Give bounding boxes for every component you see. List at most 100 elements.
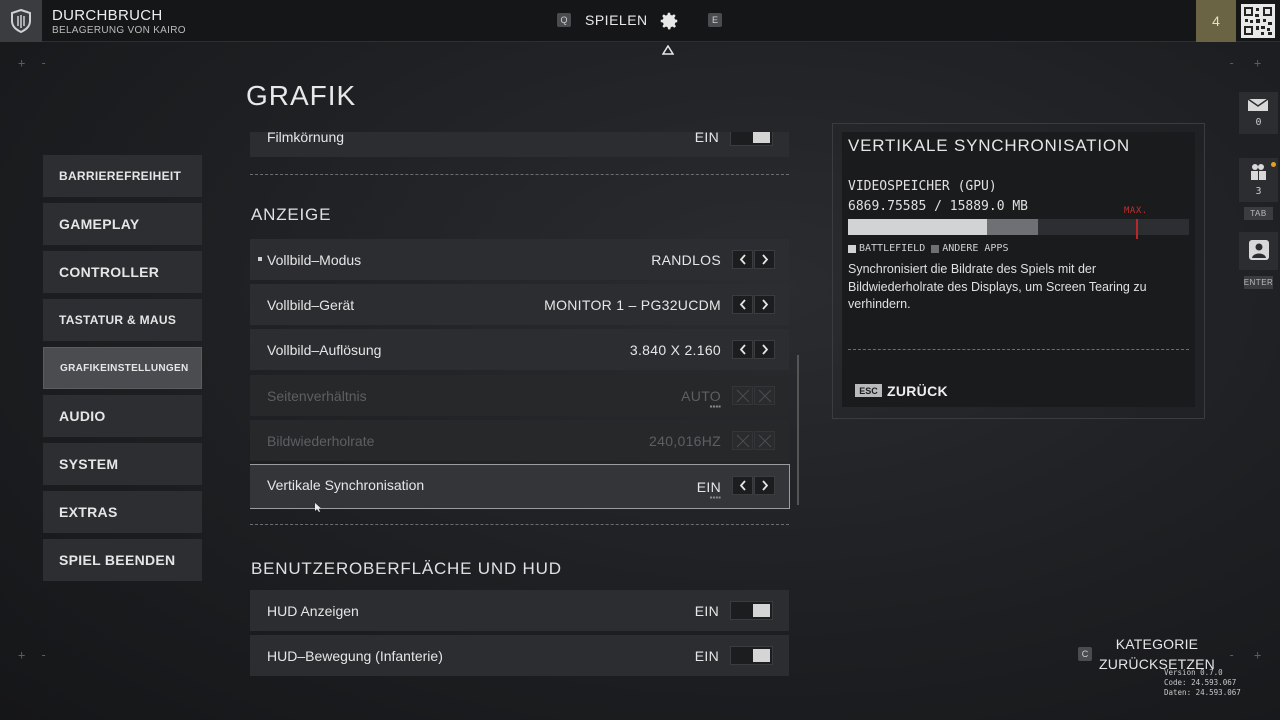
setting-row-hud-movement[interactable]: HUD–Bewegung (Infanterie) EIN (250, 635, 789, 676)
vram-value: 6869.75585 / 15889.0 MB (848, 199, 1029, 214)
nav-item-audio[interactable]: AUDIO (43, 395, 202, 437)
info-divider (848, 349, 1189, 350)
setting-label: HUD Anzeigen (267, 602, 359, 619)
setting-row-show-hud[interactable]: HUD Anzeigen EIN (250, 590, 789, 631)
qr-code-icon[interactable] (1241, 4, 1275, 38)
corner-mark: - (1228, 648, 1236, 662)
chevron-left-icon[interactable] (732, 250, 753, 269)
section-divider (250, 174, 789, 175)
setting-row-fullscreen-resolution[interactable]: Vollbild–Auflösung 3.840 X 2.160 (250, 329, 789, 370)
settings-list: Filmkörnung EIN ANZEIGE Vollbild–Modus R… (250, 132, 790, 680)
scrollbar[interactable] (797, 355, 799, 505)
setting-label: Vollbild–Gerät (267, 296, 355, 313)
nav-item-gameplay[interactable]: GAMEPLAY (43, 203, 202, 245)
setting-value: RANDLOS (651, 251, 721, 268)
chevron-left-icon[interactable] (732, 476, 753, 495)
nav-item-system[interactable]: SYSTEM (43, 443, 202, 485)
toggle-knob (753, 604, 770, 617)
shield-logo-button[interactable] (0, 0, 42, 42)
option-dots: ▪▪▪▪ (709, 493, 721, 502)
nav-item-extras[interactable]: EXTRAS (43, 491, 202, 533)
corner-mark: - (40, 56, 48, 70)
squad-icon (1251, 164, 1266, 180)
setting-row-fullscreen-device[interactable]: Vollbild–Gerät MONITOR 1 – PG32UCDM (250, 284, 789, 325)
e-key-hint: E (708, 13, 722, 27)
info-title: VERTIKALE SYNCHRONISATION (848, 136, 1130, 155)
player-level-badge[interactable]: 4 (1196, 0, 1236, 42)
legend-other-apps: ANDERE APPS (942, 243, 1009, 254)
vram-other-apps-fill (987, 219, 1038, 235)
value-stepper (731, 340, 775, 359)
vram-battlefield-fill (848, 219, 987, 235)
chevron-right-icon[interactable] (754, 340, 775, 359)
setting-value: MONITOR 1 – PG32UCDM (544, 296, 721, 313)
setting-label: Vollbild–Modus (267, 251, 362, 268)
active-tab-caret-icon (662, 45, 674, 55)
gear-icon[interactable] (658, 10, 680, 32)
profile-button[interactable] (1239, 232, 1278, 270)
setting-value: EIN (694, 602, 719, 619)
toggle-switch[interactable] (730, 646, 773, 665)
vram-label: VIDEOSPEICHER (GPU) (848, 179, 997, 194)
legend-swatch-battlefield (848, 244, 856, 253)
chevron-right-icon[interactable] (754, 476, 775, 495)
game-mode-title: DURCHBRUCH (52, 7, 163, 24)
setting-label: Bildwiederholrate (267, 432, 375, 449)
nav-item-keyboard-mouse[interactable]: TASTATUR & MAUS (43, 299, 202, 341)
setting-row-fullscreen-mode[interactable]: Vollbild–Modus RANDLOS (250, 239, 789, 280)
setting-row-vsync[interactable]: Vertikale Synchronisation EIN ▪▪▪▪ (250, 464, 790, 509)
nav-item-controller[interactable]: CONTROLLER (43, 251, 202, 293)
toggle-knob (753, 132, 770, 143)
nav-item-quit-game[interactable]: SPIEL BEENDEN (43, 539, 202, 581)
c-key-hint: C (1078, 647, 1092, 661)
section-divider (250, 524, 789, 525)
shield-icon (11, 9, 31, 33)
corner-mark: + (1254, 56, 1262, 70)
squad-count: 3 (1255, 186, 1262, 197)
legend-battlefield: BATTLEFIELD (859, 243, 926, 254)
nav-item-graphics[interactable]: GRAFIKEINSTELLUNGEN (43, 347, 202, 389)
chevron-right-icon[interactable] (754, 250, 775, 269)
vram-max-label: MAX. (1124, 206, 1148, 216)
setting-value: EIN (694, 132, 719, 145)
setting-label: Seitenverhältnis (267, 387, 367, 404)
vram-legend: BATTLEFIELD ANDERE APPS (848, 243, 1008, 254)
info-description: Synchronisiert die Bildrate des Spiels m… (848, 262, 1147, 311)
back-button[interactable]: ZURÜCK (887, 383, 948, 399)
page-title: GRAFIK (246, 80, 357, 111)
q-key-hint: Q (557, 13, 571, 27)
setting-value: 3.840 X 2.160 (629, 341, 721, 358)
chevron-right-icon[interactable] (754, 295, 775, 314)
corner-mark: - (1228, 56, 1236, 70)
play-tab[interactable]: SPIELEN (585, 12, 648, 28)
setting-value: 240,016HZ (649, 432, 721, 449)
toggle-switch[interactable] (730, 132, 773, 146)
vram-max-marker (1136, 219, 1138, 239)
value-stepper (731, 295, 775, 314)
value-stepper (731, 476, 775, 495)
legend-swatch-other-apps (931, 244, 940, 253)
top-bar: DURCHBRUCH BELAGERUNG VON KAIRO Q SPIELE… (0, 0, 1280, 42)
tab-key-hint: TAB (1244, 207, 1273, 220)
setting-label: Vertikale Synchronisation (267, 477, 425, 493)
chevron-left-icon[interactable] (732, 295, 753, 314)
notification-dot (1271, 162, 1276, 167)
disabled-x-icon (754, 431, 775, 450)
version-line: Code: 24.593.067 (1164, 678, 1237, 687)
setting-label: Filmkörnung (267, 132, 345, 145)
mouse-cursor-icon (315, 503, 321, 512)
esc-key-hint: ESC (855, 384, 882, 397)
version-line: Daten: 24.593.067 (1164, 688, 1241, 697)
toggle-knob (753, 649, 770, 662)
modified-marker (258, 257, 262, 261)
corner-mark: - (40, 648, 48, 662)
version-line: Version 0.7.0 (1164, 668, 1223, 677)
toggle-switch[interactable] (730, 601, 773, 620)
setting-row-filmgrain[interactable]: Filmkörnung EIN (250, 132, 789, 157)
section-heading-display: ANZEIGE (251, 205, 332, 224)
chevron-left-icon[interactable] (732, 340, 753, 359)
nav-item-accessibility[interactable]: BARRIEREFREIHEIT (43, 155, 202, 197)
setting-label: Vollbild–Auflösung (267, 341, 382, 358)
profile-icon (1249, 240, 1269, 260)
enter-key-hint: ENTER (1243, 276, 1274, 289)
